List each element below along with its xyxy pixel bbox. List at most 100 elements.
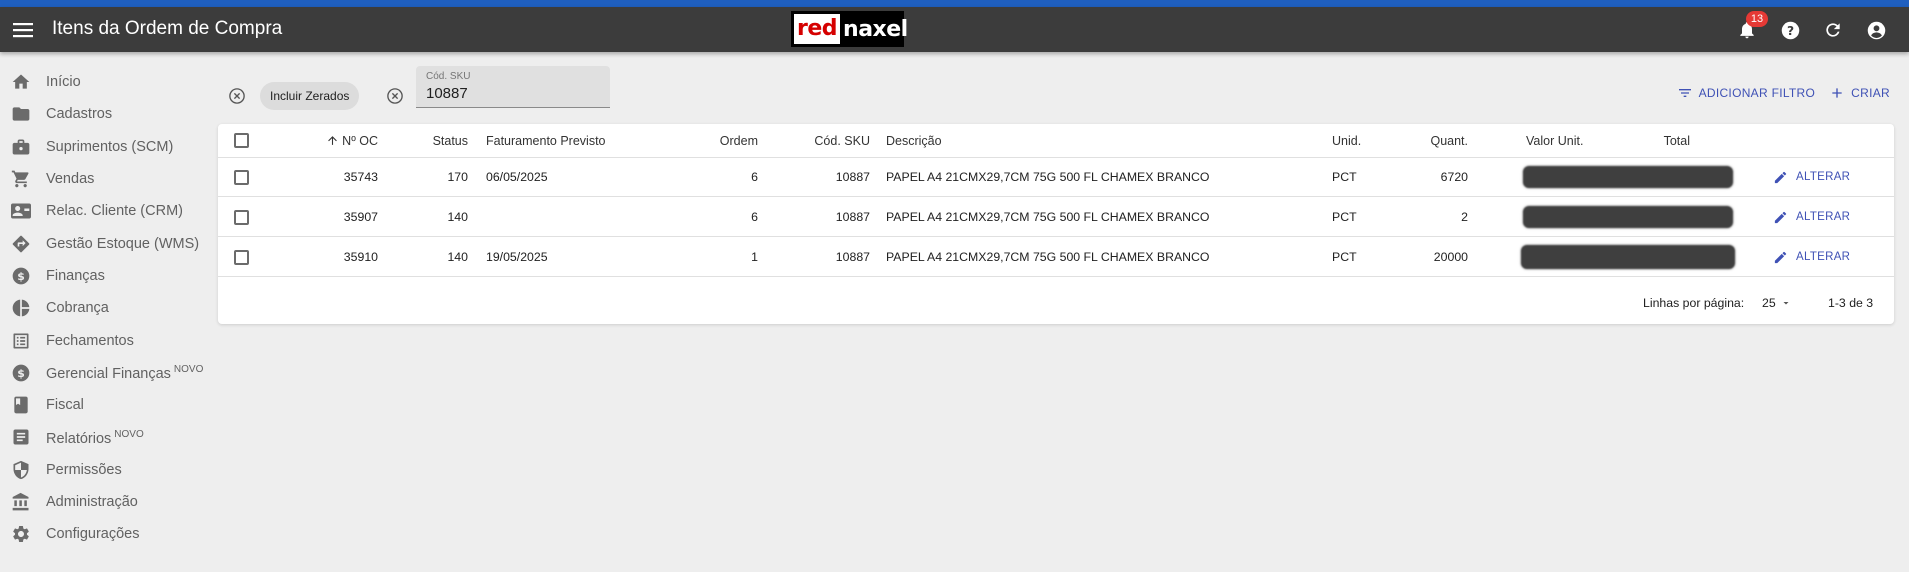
dropdown-arrow-icon xyxy=(1783,302,1789,305)
sidebar-item-relatorios[interactable]: Relatórios NOVO xyxy=(0,421,210,453)
cell-descricao: PAPEL A4 21CMX29,7CM 75G 500 FL CHAMEX B… xyxy=(886,170,1210,184)
cell-oc: 35743 xyxy=(343,170,378,184)
top-stripe xyxy=(0,0,1909,7)
bank-icon xyxy=(12,492,29,511)
column-header-ordem[interactable]: Ordem xyxy=(698,124,758,157)
column-header-sku[interactable]: Cód. SKU xyxy=(788,124,870,157)
redacted-value xyxy=(1521,245,1735,269)
edit-button[interactable]: ALTERAR xyxy=(1773,170,1850,185)
svg-text:$: $ xyxy=(17,270,25,283)
cell-sku: 10887 xyxy=(835,210,870,224)
sidebar-item-fiscal[interactable]: Fiscal xyxy=(0,389,210,421)
book-icon xyxy=(14,396,28,414)
cart-icon xyxy=(11,170,29,188)
sidebar-item-cobranca[interactable]: Cobrança xyxy=(0,292,210,324)
cell-sku: 10887 xyxy=(835,250,870,264)
help-icon[interactable]: ? xyxy=(1777,17,1803,43)
refresh-icon[interactable] xyxy=(1820,17,1846,43)
column-header-faturamento[interactable]: Faturamento Previsto xyxy=(486,124,646,157)
sidebar-item-inicio[interactable]: Início xyxy=(0,66,210,98)
column-header-status[interactable]: Status xyxy=(408,124,468,157)
remove-filter-zerados-icon[interactable] xyxy=(226,85,248,107)
list-alt-icon xyxy=(13,333,29,349)
sidebar-item-suprimentos[interactable]: Suprimentos (SCM) xyxy=(0,131,210,163)
sidebar-item-administracao[interactable]: Administração xyxy=(0,486,210,518)
column-header-quant[interactable]: Quant. xyxy=(1418,124,1468,157)
rednaxel-logo: red naxel xyxy=(791,11,908,47)
new-tag: NOVO xyxy=(173,363,204,375)
table-row[interactable]: 35907 140 6 10887 PAPEL A4 21CMX29,7CM 7… xyxy=(218,198,1894,237)
sort-ascending-icon xyxy=(328,136,338,145)
sku-input[interactable] xyxy=(426,85,596,102)
svg-text:$: $ xyxy=(17,367,25,380)
cell-quant: 2 xyxy=(1461,210,1468,224)
sidebar-item-configuracoes[interactable]: Configurações xyxy=(0,518,210,550)
pencil-icon xyxy=(1774,251,1787,263)
toolbar-actions: ADICIONAR FILTRO CRIAR xyxy=(1677,85,1890,101)
notifications-icon[interactable]: 13 xyxy=(1734,11,1768,43)
edit-button[interactable]: ALTERAR xyxy=(1773,210,1850,225)
pencil-icon xyxy=(1774,211,1787,223)
column-header-total[interactable]: Total xyxy=(1638,124,1690,157)
cell-ordem: 6 xyxy=(751,170,758,184)
cell-oc: 35907 xyxy=(343,210,378,224)
menu-icon[interactable] xyxy=(10,17,36,43)
dollar-circle-icon: $ xyxy=(12,364,30,382)
cell-descricao: PAPEL A4 21CMX29,7CM 75G 500 FL CHAMEX B… xyxy=(886,250,1210,264)
sku-filter-field[interactable]: Cód. SKU xyxy=(416,66,610,108)
pagination: Linhas por página: 25 1-3 de 3 xyxy=(218,282,1894,324)
sidebar-item-fechamentos[interactable]: Fechamentos xyxy=(0,324,210,356)
svg-text:?: ? xyxy=(1786,23,1793,37)
column-header-valor-unit[interactable]: Valor Unit. xyxy=(1526,124,1616,157)
directions-icon xyxy=(12,235,30,252)
cell-faturamento: 06/05/2025 xyxy=(486,170,548,184)
sidebar-item-crm[interactable]: Relac. Cliente (CRM) xyxy=(0,195,210,227)
shield-icon xyxy=(13,460,29,479)
notification-badge: 13 xyxy=(1746,11,1768,27)
cell-status: 140 xyxy=(447,250,468,264)
sidebar-item-vendas[interactable]: Vendas xyxy=(0,163,210,195)
folder-icon xyxy=(12,107,30,122)
row-checkbox[interactable] xyxy=(234,249,249,265)
edit-button[interactable]: ALTERAR xyxy=(1773,250,1850,265)
contact-card-icon xyxy=(11,203,31,219)
column-header-oc[interactable]: Nº OC xyxy=(298,124,378,157)
cell-quant: 20000 xyxy=(1433,250,1468,264)
dollar-circle-icon: $ xyxy=(12,267,30,285)
create-button[interactable]: CRIAR xyxy=(1829,85,1890,101)
new-tag: NOVO xyxy=(114,428,144,440)
sidebar-item-permissoes[interactable]: Permissões xyxy=(0,454,210,486)
table-row[interactable]: 35910 140 19/05/2025 1 10887 PAPEL A4 21… xyxy=(218,238,1894,277)
filter-icon xyxy=(1678,89,1691,97)
cell-ordem: 1 xyxy=(751,250,758,264)
sidebar-item-cadastros[interactable]: Cadastros xyxy=(0,98,210,130)
rows-per-page-select[interactable]: 25 xyxy=(1762,282,1792,324)
plus-icon xyxy=(1832,88,1842,98)
cell-unid: PCT xyxy=(1332,210,1357,224)
cell-unid: PCT xyxy=(1332,170,1357,184)
column-header-unid[interactable]: Unid. xyxy=(1332,124,1392,157)
cell-status: 170 xyxy=(447,170,468,184)
incluir-zerados-chip[interactable]: Incluir Zerados xyxy=(260,82,360,110)
sidebar-item-wms[interactable]: Gestão Estoque (WMS) xyxy=(0,227,210,259)
page-title: Itens da Ordem de Compra xyxy=(52,18,283,39)
add-filter-button[interactable]: ADICIONAR FILTRO xyxy=(1677,85,1816,101)
sidebar-item-gerencial-financas[interactable]: $ Gerencial Finanças NOVO xyxy=(0,357,210,389)
account-icon[interactable] xyxy=(1863,17,1889,43)
home-icon xyxy=(12,74,30,89)
table-row[interactable]: 35743 170 06/05/2025 6 10887 PAPEL A4 21… xyxy=(218,158,1894,197)
sku-field-label: Cód. SKU xyxy=(426,71,471,82)
pagination-range: 1-3 de 3 xyxy=(1828,296,1874,310)
cell-sku: 10887 xyxy=(835,170,870,184)
cell-faturamento: 19/05/2025 xyxy=(486,250,548,264)
sidebar-item-financas[interactable]: $ Finanças xyxy=(0,260,210,292)
row-checkbox[interactable] xyxy=(234,209,249,225)
remove-filter-sku-icon[interactable] xyxy=(384,85,406,107)
cell-oc: 35910 xyxy=(343,250,378,264)
description-icon xyxy=(13,429,29,445)
cell-unid: PCT xyxy=(1332,250,1357,264)
pencil-icon xyxy=(1774,171,1787,183)
column-header-descricao[interactable]: Descrição xyxy=(886,124,1186,157)
row-checkbox[interactable] xyxy=(234,169,249,185)
select-all-checkbox[interactable] xyxy=(234,133,249,148)
